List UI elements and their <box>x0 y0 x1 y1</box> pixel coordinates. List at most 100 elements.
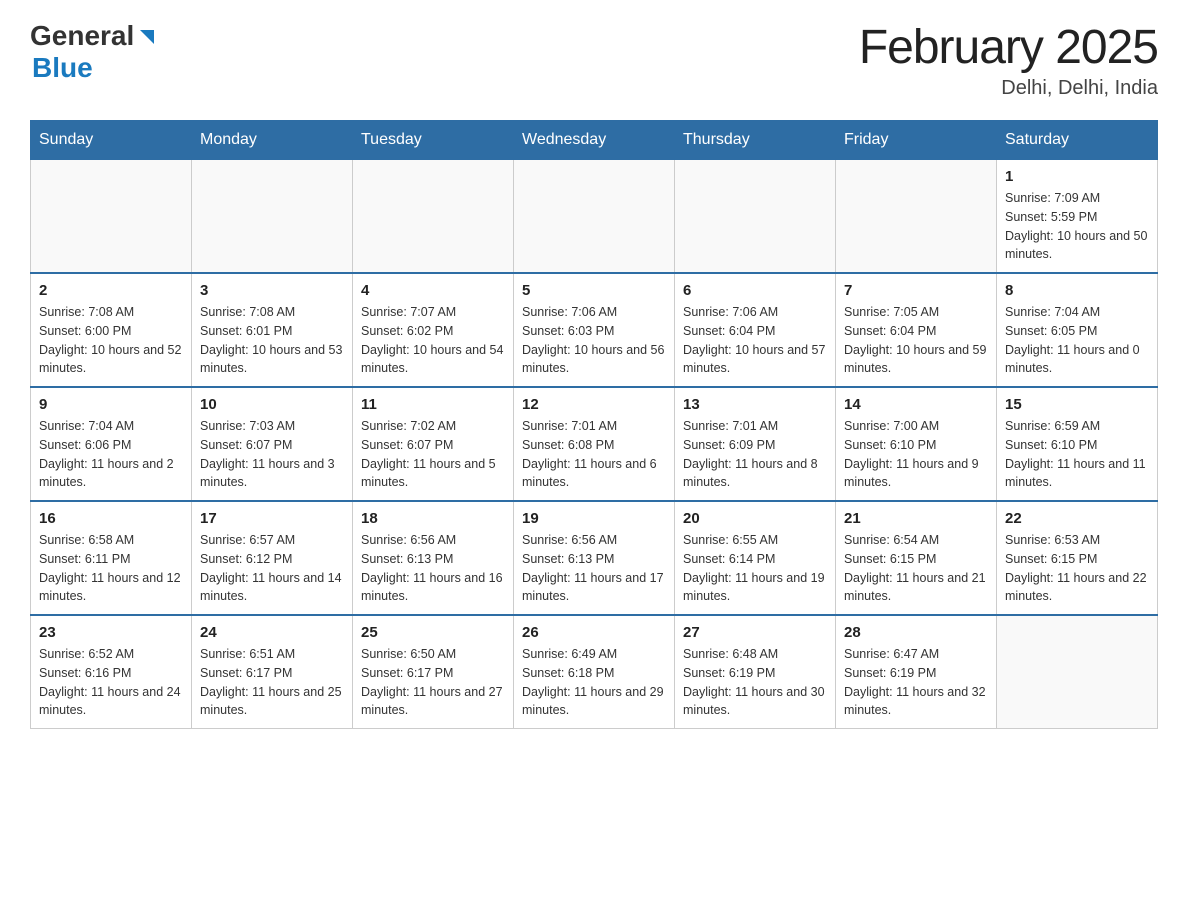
day-info: Sunrise: 7:09 AMSunset: 5:59 PMDaylight:… <box>1005 189 1149 264</box>
calendar-day-cell: 23 Sunrise: 6:52 AMSunset: 6:16 PMDayligh… <box>31 615 192 729</box>
calendar-day-cell: 8 Sunrise: 7:04 AMSunset: 6:05 PMDaylight… <box>997 273 1158 387</box>
day-info: Sunrise: 7:08 AMSunset: 6:00 PMDaylight:… <box>39 303 183 378</box>
calendar-day-cell: 7Sunrise: 7:05 AMSunset: 6:04 PMDaylight… <box>836 273 997 387</box>
day-number: 15 <box>1005 396 1149 413</box>
day-info: Sunrise: 6:58 AMSunset: 6:11 PMDaylight:… <box>39 531 183 606</box>
weekday-header-friday: Friday <box>836 121 997 160</box>
day-number: 23 <box>39 624 183 641</box>
day-number: 8 <box>1005 282 1149 299</box>
day-info: Sunrise: 6:57 AMSunset: 6:12 PMDaylight:… <box>200 531 344 606</box>
calendar-day-cell: 26 Sunrise: 6:49 AMSunset: 6:18 PMDayligh… <box>514 615 675 729</box>
day-number: 12 <box>522 396 666 413</box>
calendar-day-cell: 1 Sunrise: 7:09 AMSunset: 5:59 PMDaylight… <box>997 160 1158 274</box>
day-number: 16 <box>39 510 183 527</box>
day-info: Sunrise: 6:53 AMSunset: 6:15 PMDaylight:… <box>1005 531 1149 606</box>
calendar-header-row: SundayMondayTuesdayWednesdayThursdayFrid… <box>31 121 1158 160</box>
day-number: 22 <box>1005 510 1149 527</box>
day-info: Sunrise: 6:55 AMSunset: 6:14 PMDaylight:… <box>683 531 827 606</box>
day-info: Sunrise: 7:04 AMSunset: 6:05 PMDaylight:… <box>1005 303 1149 378</box>
calendar-day-cell <box>675 160 836 274</box>
calendar-day-cell: 11 Sunrise: 7:02 AMSunset: 6:07 PMDayligh… <box>353 387 514 501</box>
calendar-week-row: 23 Sunrise: 6:52 AMSunset: 6:16 PMDayligh… <box>31 615 1158 729</box>
day-number: 1 <box>1005 168 1149 185</box>
day-number: 26 <box>522 624 666 641</box>
day-number: 28 <box>844 624 988 641</box>
calendar-table: SundayMondayTuesdayWednesdayThursdayFrid… <box>30 120 1158 729</box>
weekday-header-monday: Monday <box>192 121 353 160</box>
calendar-day-cell: 4 Sunrise: 7:07 AMSunset: 6:02 PMDaylight… <box>353 273 514 387</box>
calendar-day-cell: 25Sunrise: 6:50 AMSunset: 6:17 PMDayligh… <box>353 615 514 729</box>
calendar-week-row: 1 Sunrise: 7:09 AMSunset: 5:59 PMDaylight… <box>31 160 1158 274</box>
logo-triangle-icon <box>136 26 158 48</box>
calendar-day-cell: 9 Sunrise: 7:04 AMSunset: 6:06 PMDaylight… <box>31 387 192 501</box>
weekday-header-tuesday: Tuesday <box>353 121 514 160</box>
calendar-day-cell: 17 Sunrise: 6:57 AMSunset: 6:12 PMDayligh… <box>192 501 353 615</box>
calendar-day-cell: 12 Sunrise: 7:01 AMSunset: 6:08 PMDayligh… <box>514 387 675 501</box>
day-info: Sunrise: 6:48 AMSunset: 6:19 PMDaylight:… <box>683 645 827 720</box>
calendar-day-cell: 5 Sunrise: 7:06 AMSunset: 6:03 PMDaylight… <box>514 273 675 387</box>
day-info: Sunrise: 7:06 AMSunset: 6:03 PMDaylight:… <box>522 303 666 378</box>
calendar-day-cell: 27 Sunrise: 6:48 AMSunset: 6:19 PMDayligh… <box>675 615 836 729</box>
day-number: 9 <box>39 396 183 413</box>
calendar-location: Delhi, Delhi, India <box>859 77 1158 100</box>
day-info: Sunrise: 7:07 AMSunset: 6:02 PMDaylight:… <box>361 303 505 378</box>
day-number: 4 <box>361 282 505 299</box>
day-number: 20 <box>683 510 827 527</box>
day-number: 11 <box>361 396 505 413</box>
day-number: 25 <box>361 624 505 641</box>
day-info: Sunrise: 7:06 AMSunset: 6:04 PMDaylight:… <box>683 303 827 378</box>
day-number: 21 <box>844 510 988 527</box>
day-number: 5 <box>522 282 666 299</box>
day-number: 18 <box>361 510 505 527</box>
calendar-day-cell: 24 Sunrise: 6:51 AMSunset: 6:17 PMDayligh… <box>192 615 353 729</box>
day-info: Sunrise: 7:02 AMSunset: 6:07 PMDaylight:… <box>361 417 505 492</box>
page-header: General Blue February 2025 Delhi, Delhi,… <box>30 20 1158 100</box>
day-number: 19 <box>522 510 666 527</box>
day-info: Sunrise: 6:54 AMSunset: 6:15 PMDaylight:… <box>844 531 988 606</box>
day-number: 27 <box>683 624 827 641</box>
calendar-day-cell: 3 Sunrise: 7:08 AMSunset: 6:01 PMDaylight… <box>192 273 353 387</box>
day-info: Sunrise: 6:59 AMSunset: 6:10 PMDaylight:… <box>1005 417 1149 492</box>
calendar-day-cell: 15 Sunrise: 6:59 AMSunset: 6:10 PMDayligh… <box>997 387 1158 501</box>
day-number: 24 <box>200 624 344 641</box>
calendar-day-cell: 19 Sunrise: 6:56 AMSunset: 6:13 PMDayligh… <box>514 501 675 615</box>
day-number: 7 <box>844 282 988 299</box>
calendar-day-cell: 2 Sunrise: 7:08 AMSunset: 6:00 PMDaylight… <box>31 273 192 387</box>
calendar-day-cell <box>836 160 997 274</box>
day-info: Sunrise: 6:49 AMSunset: 6:18 PMDaylight:… <box>522 645 666 720</box>
day-info: Sunrise: 7:00 AMSunset: 6:10 PMDaylight:… <box>844 417 988 492</box>
day-info: Sunrise: 7:01 AMSunset: 6:09 PMDaylight:… <box>683 417 827 492</box>
day-number: 17 <box>200 510 344 527</box>
calendar-day-cell <box>353 160 514 274</box>
day-info: Sunrise: 6:51 AMSunset: 6:17 PMDaylight:… <box>200 645 344 720</box>
day-info: Sunrise: 7:04 AMSunset: 6:06 PMDaylight:… <box>39 417 183 492</box>
day-number: 13 <box>683 396 827 413</box>
calendar-day-cell: 16 Sunrise: 6:58 AMSunset: 6:11 PMDayligh… <box>31 501 192 615</box>
calendar-day-cell: 13 Sunrise: 7:01 AMSunset: 6:09 PMDayligh… <box>675 387 836 501</box>
day-number: 10 <box>200 396 344 413</box>
weekday-header-thursday: Thursday <box>675 121 836 160</box>
day-info: Sunrise: 7:01 AMSunset: 6:08 PMDaylight:… <box>522 417 666 492</box>
calendar-day-cell: 28 Sunrise: 6:47 AMSunset: 6:19 PMDayligh… <box>836 615 997 729</box>
day-info: Sunrise: 6:56 AMSunset: 6:13 PMDaylight:… <box>361 531 505 606</box>
day-number: 2 <box>39 282 183 299</box>
calendar-day-cell: 18 Sunrise: 6:56 AMSunset: 6:13 PMDayligh… <box>353 501 514 615</box>
logo: General Blue <box>30 20 158 84</box>
day-info: Sunrise: 7:03 AMSunset: 6:07 PMDaylight:… <box>200 417 344 492</box>
calendar-week-row: 16 Sunrise: 6:58 AMSunset: 6:11 PMDayligh… <box>31 501 1158 615</box>
weekday-header-saturday: Saturday <box>997 121 1158 160</box>
day-info: Sunrise: 7:08 AMSunset: 6:01 PMDaylight:… <box>200 303 344 378</box>
calendar-day-cell: 6 Sunrise: 7:06 AMSunset: 6:04 PMDaylight… <box>675 273 836 387</box>
day-number: 14 <box>844 396 988 413</box>
day-number: 3 <box>200 282 344 299</box>
day-info: Sunrise: 6:56 AMSunset: 6:13 PMDaylight:… <box>522 531 666 606</box>
calendar-day-cell <box>192 160 353 274</box>
day-number: 6 <box>683 282 827 299</box>
calendar-title-section: February 2025 Delhi, Delhi, India <box>859 20 1158 100</box>
calendar-day-cell <box>514 160 675 274</box>
calendar-day-cell: 21 Sunrise: 6:54 AMSunset: 6:15 PMDayligh… <box>836 501 997 615</box>
calendar-day-cell: 10 Sunrise: 7:03 AMSunset: 6:07 PMDayligh… <box>192 387 353 501</box>
day-info: Sunrise: 6:52 AMSunset: 6:16 PMDaylight:… <box>39 645 183 720</box>
day-info: Sunrise: 6:47 AMSunset: 6:19 PMDaylight:… <box>844 645 988 720</box>
calendar-title: February 2025 <box>859 20 1158 75</box>
